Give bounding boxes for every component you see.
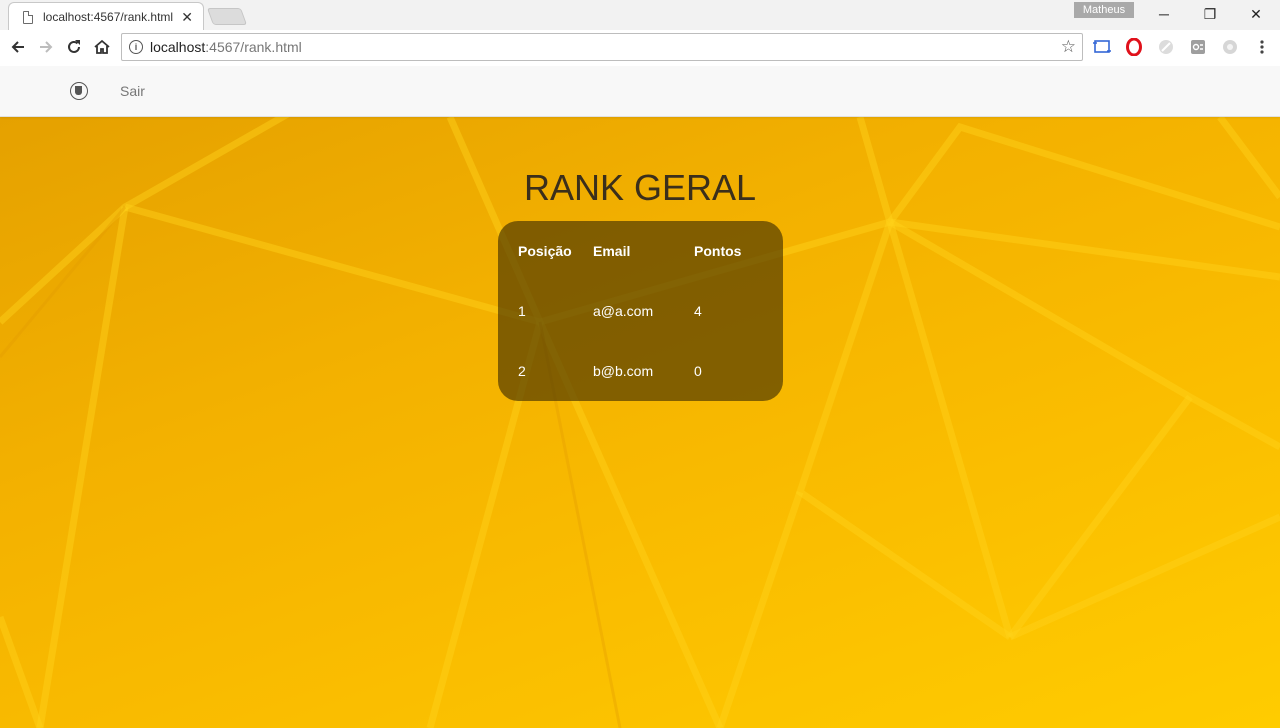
browser-toolbar: i localhost:4567/rank.html ☆ xyxy=(0,30,1280,67)
table-row: 1 a@a.com 4 xyxy=(498,281,783,341)
url-host: localhost xyxy=(150,39,206,55)
cell-email: a@a.com xyxy=(593,303,654,319)
leaf-extension-icon[interactable] xyxy=(1156,37,1176,57)
rank-table: Posição Email Pontos 1 a@a.com 4 2 b@b.c… xyxy=(498,221,783,401)
cast-extension-icon[interactable] xyxy=(1092,37,1112,57)
restore-button[interactable]: ❐ xyxy=(1187,0,1233,28)
opera-extension-icon[interactable] xyxy=(1124,37,1144,57)
menu-kebab-icon[interactable] xyxy=(1252,37,1272,57)
cell-position: 2 xyxy=(518,363,526,379)
table-row: 2 b@b.com 0 xyxy=(498,341,783,401)
page-viewport: Sair RANK GERAL Posição Email Pontos 1 a… xyxy=(0,66,1280,728)
home-icon xyxy=(94,39,110,54)
block-extension-icon[interactable] xyxy=(1220,37,1240,57)
bookmark-star-icon[interactable]: ☆ xyxy=(1061,37,1076,57)
info-icon[interactable]: i xyxy=(129,40,143,54)
profile-button[interactable]: Matheus xyxy=(1074,2,1134,18)
home-button[interactable] xyxy=(90,35,114,59)
cell-position: 1 xyxy=(518,303,526,319)
url-path: :4567/rank.html xyxy=(205,39,302,55)
browser-tab-strip: localhost:4567/rank.html ✕ Matheus ─ ❐ ✕ xyxy=(0,0,1280,31)
page-title: RANK GERAL xyxy=(523,167,757,208)
cell-points: 0 xyxy=(694,363,702,379)
tab-close-icon[interactable]: ✕ xyxy=(181,9,193,26)
reload-icon xyxy=(68,40,80,53)
back-button[interactable] xyxy=(6,35,30,59)
column-header-email: Email xyxy=(593,243,631,259)
lastfm-extension-icon[interactable] xyxy=(1188,37,1208,57)
column-header-points: Pontos xyxy=(694,243,742,259)
logout-link[interactable]: Sair xyxy=(120,83,145,99)
forward-arrow-icon xyxy=(40,41,53,53)
minimize-button[interactable]: ─ xyxy=(1141,0,1187,28)
back-arrow-icon xyxy=(11,41,24,53)
close-window-button[interactable]: ✕ xyxy=(1233,0,1279,28)
tab-title: localhost:4567/rank.html xyxy=(43,10,174,24)
column-header-position: Posição xyxy=(518,243,572,259)
cell-points: 4 xyxy=(694,303,702,319)
site-navbar: Sair xyxy=(0,66,1280,117)
forward-button[interactable] xyxy=(34,35,58,59)
cell-email: b@b.com xyxy=(593,363,654,379)
page-icon xyxy=(23,10,33,24)
address-bar[interactable]: i localhost:4567/rank.html ☆ xyxy=(121,33,1083,61)
new-tab-button[interactable] xyxy=(206,8,248,25)
url-text: localhost:4567/rank.html xyxy=(150,39,302,55)
site-logo-icon[interactable] xyxy=(70,82,88,100)
browser-tab[interactable]: localhost:4567/rank.html ✕ xyxy=(8,2,204,31)
rank-table-card: Posição Email Pontos 1 a@a.com 4 2 b@b.c… xyxy=(498,221,783,401)
table-header-row: Posição Email Pontos xyxy=(498,221,783,281)
reload-button[interactable] xyxy=(62,35,86,59)
